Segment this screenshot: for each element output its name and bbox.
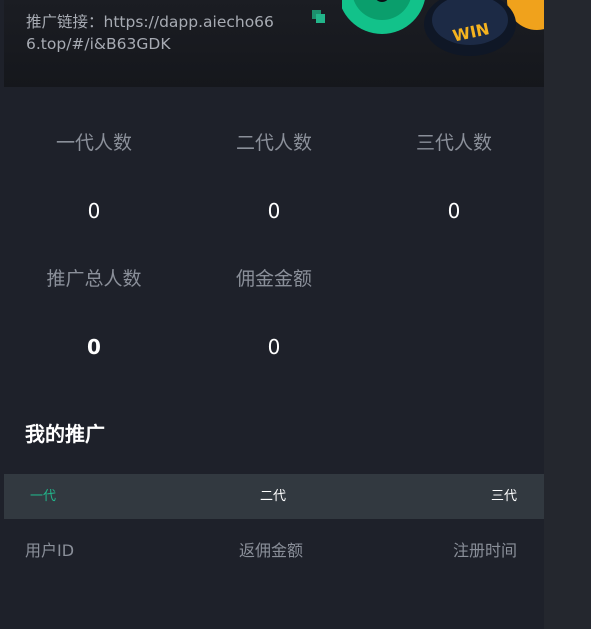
coin-illustration: WIN bbox=[342, 0, 544, 56]
copy-icon[interactable] bbox=[312, 10, 326, 24]
referral-link-text: 推广链接：https://dapp.aiecho666.top/#/i&B63G… bbox=[26, 11, 288, 55]
stat-value: 0 bbox=[87, 335, 101, 359]
stat-value: 0 bbox=[87, 199, 101, 223]
scrollbar-track[interactable] bbox=[544, 0, 591, 629]
stat-value: 0 bbox=[447, 199, 461, 223]
column-header-register-time: 注册时间 bbox=[453, 541, 518, 560]
stat-second-gen: 二代人数 0 bbox=[184, 120, 364, 234]
stat-label: 佣金金额 bbox=[235, 268, 312, 290]
tab-first-gen[interactable]: 一代 bbox=[30, 474, 56, 519]
stat-label: 三代人数 bbox=[415, 132, 492, 154]
stat-value: 0 bbox=[267, 199, 281, 223]
stat-label: 一代人数 bbox=[55, 132, 132, 154]
stat-label: 推广总人数 bbox=[46, 268, 142, 290]
stat-third-gen: 三代人数 0 bbox=[364, 120, 544, 234]
section-title: 我的推广 bbox=[25, 422, 105, 446]
stat-total-referrals: 推广总人数 0 bbox=[4, 256, 184, 370]
stat-first-gen: 一代人数 0 bbox=[4, 120, 184, 234]
column-header-commission: 返佣金额 bbox=[239, 541, 304, 560]
tab-third-gen[interactable]: 三代 bbox=[491, 474, 517, 519]
referral-page: 推广链接：https://dapp.aiecho666.top/#/i&B63G… bbox=[0, 0, 591, 629]
stat-commission: 佣金金额 0 bbox=[184, 256, 364, 370]
referral-link-label: 推广链接： bbox=[26, 13, 104, 31]
stat-value: 0 bbox=[267, 335, 281, 359]
column-header-user-id: 用户ID bbox=[25, 541, 75, 560]
generation-tabs: 一代 二代 三代 bbox=[4, 474, 544, 519]
referral-banner: 推广链接：https://dapp.aiecho666.top/#/i&B63G… bbox=[4, 0, 544, 87]
stat-label: 二代人数 bbox=[235, 132, 312, 154]
tab-second-gen[interactable]: 二代 bbox=[260, 474, 286, 519]
